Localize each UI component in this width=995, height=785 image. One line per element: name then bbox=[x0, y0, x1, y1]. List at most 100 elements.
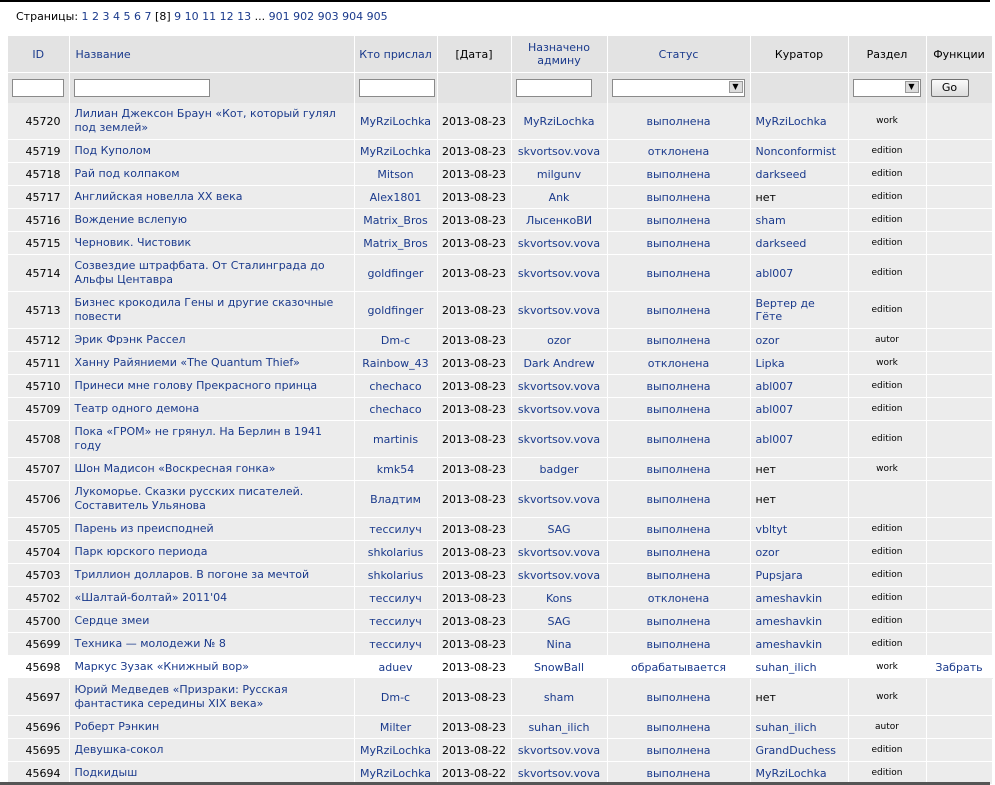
cell-assigned[interactable]: sham bbox=[511, 678, 608, 716]
cell-assigned[interactable]: suhan_ilich bbox=[511, 715, 608, 739]
cell-title[interactable]: Роберт Рэнкин bbox=[69, 715, 355, 739]
cell-sender[interactable]: Dm-c bbox=[354, 328, 438, 352]
cell-sender[interactable]: shkolarius bbox=[354, 540, 438, 564]
cell-title[interactable]: Ханну Райяниеми «The Quantum Thief» bbox=[69, 351, 355, 375]
cell-curator[interactable]: abl007 bbox=[750, 397, 849, 421]
cell-assigned[interactable]: skvortsov.vova bbox=[511, 420, 608, 458]
cell-sender[interactable]: MyRziLochka bbox=[354, 103, 438, 140]
cell-assigned[interactable]: badger bbox=[511, 457, 608, 481]
page-link[interactable]: 904 bbox=[342, 10, 363, 23]
cell-curator[interactable]: darkseed bbox=[750, 162, 849, 186]
cell-curator[interactable]: ameshavkin bbox=[750, 632, 849, 656]
cell-title[interactable]: Парк юрского периода bbox=[69, 540, 355, 564]
cell-sender[interactable]: martinis bbox=[354, 420, 438, 458]
cell-curator[interactable]: abl007 bbox=[750, 420, 849, 458]
cell-sender[interactable]: тессилуч bbox=[354, 517, 438, 541]
cell-title[interactable]: Юрий Медведев «Призраки: Русская фантаст… bbox=[69, 678, 355, 716]
cell-sender[interactable]: aduev bbox=[354, 655, 438, 679]
cell-curator[interactable]: darkseed bbox=[750, 231, 849, 255]
page-link[interactable]: 905 bbox=[367, 10, 388, 23]
cell-title[interactable]: Вождение вслепую bbox=[69, 208, 355, 232]
cell-sender[interactable]: MyRziLochka bbox=[354, 738, 438, 762]
cell-sender[interactable]: Mitson bbox=[354, 162, 438, 186]
cell-assigned[interactable]: MyRziLochka bbox=[511, 103, 608, 140]
cell-sender[interactable]: Alex1801 bbox=[354, 185, 438, 209]
page-link[interactable]: 903 bbox=[318, 10, 339, 23]
cell-assigned[interactable]: Ank bbox=[511, 185, 608, 209]
cell-assigned[interactable]: skvortsov.vova bbox=[511, 480, 608, 518]
cell-sender[interactable]: shkolarius bbox=[354, 563, 438, 587]
cell-title[interactable]: Девушка-сокол bbox=[69, 738, 355, 762]
cell-assigned[interactable]: skvortsov.vova bbox=[511, 563, 608, 587]
filter-title-input[interactable] bbox=[73, 79, 210, 97]
cell-assigned[interactable]: skvortsov.vova bbox=[511, 254, 608, 292]
cell-assigned[interactable]: skvortsov.vova bbox=[511, 291, 608, 329]
cell-sender[interactable]: тессилуч bbox=[354, 586, 438, 610]
cell-assigned[interactable]: Nina bbox=[511, 632, 608, 656]
cell-title[interactable]: Триллион долларов. В погоне за мечтой bbox=[69, 563, 355, 587]
cell-sender[interactable]: Milter bbox=[354, 715, 438, 739]
cell-assigned[interactable]: ozor bbox=[511, 328, 608, 352]
cell-title[interactable]: Черновик. Чистовик bbox=[69, 231, 355, 255]
cell-title[interactable]: Рай под колпаком bbox=[69, 162, 355, 186]
page-link[interactable]: 1 bbox=[82, 10, 89, 23]
cell-sender[interactable]: chechaco bbox=[354, 374, 438, 398]
page-link[interactable]: 4 bbox=[113, 10, 120, 23]
cell-curator[interactable]: Nonconformist bbox=[750, 139, 849, 163]
page-link[interactable]: 9 bbox=[174, 10, 181, 23]
cell-title[interactable]: Пока «ГРОМ» не грянул. На Берлин в 1941 … bbox=[69, 420, 355, 458]
cell-title[interactable]: Шон Мадисон «Воскресная гонка» bbox=[69, 457, 355, 481]
cell-title[interactable]: Лилиан Джексон Браун «Кот, который гулял… bbox=[69, 103, 355, 140]
cell-curator[interactable]: abl007 bbox=[750, 254, 849, 292]
cell-curator[interactable]: GrandDuchess bbox=[750, 738, 849, 762]
filter-sender-input[interactable] bbox=[358, 79, 435, 97]
cell-assigned[interactable]: skvortsov.vova bbox=[511, 139, 608, 163]
cell-sender[interactable]: kmk54 bbox=[354, 457, 438, 481]
cell-assigned[interactable]: Dark Andrew bbox=[511, 351, 608, 375]
cell-assigned[interactable]: Kons bbox=[511, 586, 608, 610]
cell-title[interactable]: Эрик Фрэнк Рассел bbox=[69, 328, 355, 352]
cell-title[interactable]: Лукоморье. Сказки русских писателей. Сос… bbox=[69, 480, 355, 518]
cell-title[interactable]: «Шалтай-болтай» 2011'04 bbox=[69, 586, 355, 610]
cell-curator[interactable]: Pupsjara bbox=[750, 563, 849, 587]
cell-assigned[interactable]: SAG bbox=[511, 517, 608, 541]
cell-title[interactable]: Театр одного демона bbox=[69, 397, 355, 421]
cell-curator[interactable]: Вертер де Гёте bbox=[750, 291, 849, 329]
page-link[interactable]: 13 bbox=[237, 10, 251, 23]
col-sender-header[interactable]: Кто прислал bbox=[354, 36, 438, 73]
cell-assigned[interactable]: skvortsov.vova bbox=[511, 397, 608, 421]
cell-sender[interactable]: MyRziLochka bbox=[354, 139, 438, 163]
page-link[interactable]: 7 bbox=[145, 10, 152, 23]
cell-assigned[interactable]: milgunv bbox=[511, 162, 608, 186]
cell-sender[interactable]: Matrix_Bros bbox=[354, 231, 438, 255]
cell-curator[interactable]: vbltyt bbox=[750, 517, 849, 541]
cell-sender[interactable]: Владтим bbox=[354, 480, 438, 518]
page-link[interactable]: 11 bbox=[202, 10, 216, 23]
cell-sender[interactable]: тессилуч bbox=[354, 632, 438, 656]
cell-title[interactable]: Маркус Зузак «Книжный вор» bbox=[69, 655, 355, 679]
cell-assigned[interactable]: skvortsov.vova bbox=[511, 540, 608, 564]
cell-assigned[interactable]: skvortsov.vova bbox=[511, 374, 608, 398]
cell-title[interactable]: Техника — молодежи № 8 bbox=[69, 632, 355, 656]
cell-title[interactable]: Принеси мне голову Прекрасного принца bbox=[69, 374, 355, 398]
cell-curator[interactable]: suhan_ilich bbox=[750, 715, 849, 739]
cell-assigned[interactable]: SnowBall bbox=[511, 655, 608, 679]
cell-title[interactable]: Парень из преисподней bbox=[69, 517, 355, 541]
cell-sender[interactable]: goldfinger bbox=[354, 254, 438, 292]
go-button[interactable]: Go bbox=[930, 79, 969, 97]
page-link[interactable]: 902 bbox=[293, 10, 314, 23]
cell-sender[interactable]: Rainbow_43 bbox=[354, 351, 438, 375]
cell-title[interactable]: Сердце змеи bbox=[69, 609, 355, 633]
filter-id-input[interactable] bbox=[12, 79, 64, 97]
cell-assigned[interactable]: SAG bbox=[511, 609, 608, 633]
cell-assigned[interactable]: ЛысенкоВИ bbox=[511, 208, 608, 232]
cell-curator[interactable]: ozor bbox=[750, 328, 849, 352]
page-link[interactable]: 10 bbox=[185, 10, 199, 23]
cell-curator[interactable]: sham bbox=[750, 208, 849, 232]
cell-assigned[interactable]: skvortsov.vova bbox=[511, 231, 608, 255]
cell-curator[interactable]: ameshavkin bbox=[750, 609, 849, 633]
cell-curator[interactable]: MyRziLochka bbox=[750, 103, 849, 140]
cell-functions[interactable]: Забрать bbox=[926, 655, 993, 679]
cell-sender[interactable]: Matrix_Bros bbox=[354, 208, 438, 232]
col-status-header[interactable]: Статус bbox=[607, 36, 751, 73]
